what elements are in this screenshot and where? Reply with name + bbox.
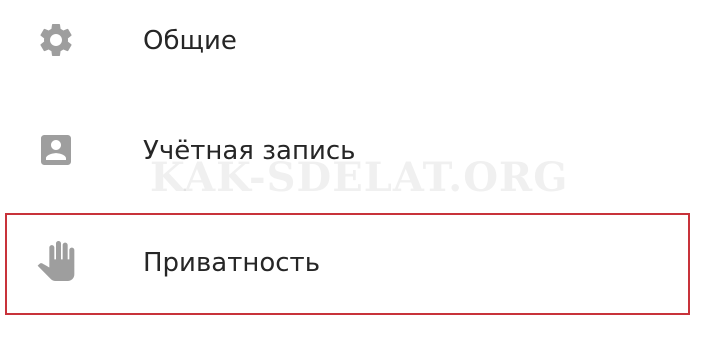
settings-item-privacy[interactable]: Приватность [0, 222, 706, 302]
settings-item-general[interactable]: Общие [0, 0, 706, 80]
settings-item-account[interactable]: Учётная запись [0, 110, 706, 190]
settings-item-label: Приватность [143, 248, 321, 278]
hand-icon [36, 241, 76, 281]
settings-item-label: Учётная запись [143, 136, 356, 166]
account-box-icon [36, 130, 76, 170]
gear-icon [36, 20, 76, 60]
settings-item-label: Общие [143, 26, 237, 56]
